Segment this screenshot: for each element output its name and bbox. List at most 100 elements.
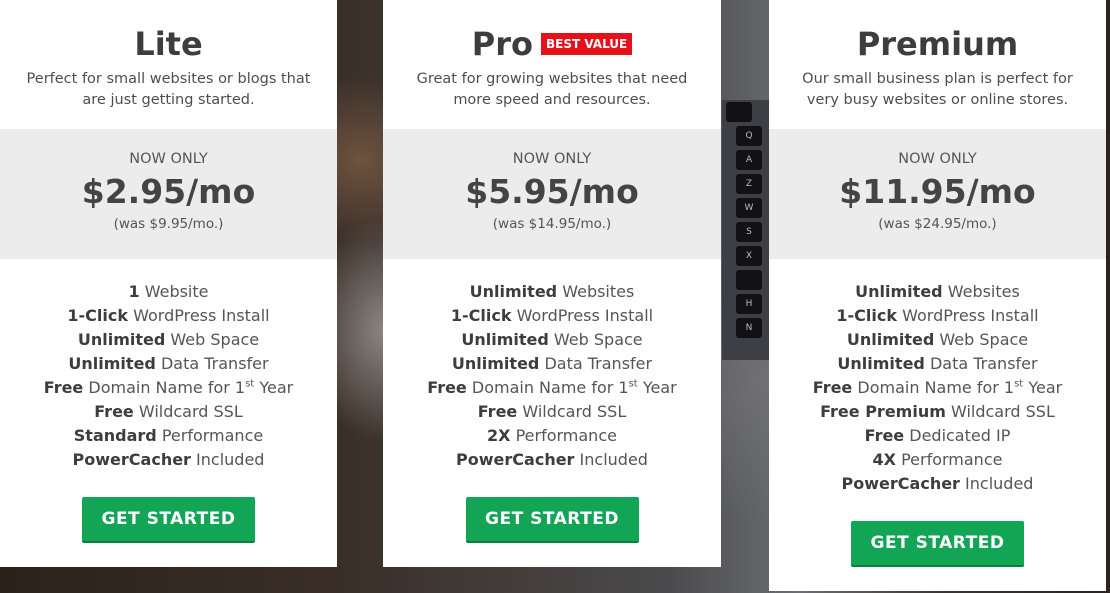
now-only-label: NOW ONLY: [129, 151, 208, 167]
keyboard-key: H: [736, 294, 762, 314]
plan-card-premium: Premium Our small business plan is perfe…: [769, 0, 1106, 591]
feature-item: Unlimited Data Transfer: [383, 352, 721, 376]
feature-item: 2X Performance: [383, 424, 721, 448]
feature-highlight: Free: [477, 402, 518, 421]
original-price: (was $14.95/mo.): [492, 216, 612, 232]
feature-text: Web Space: [165, 330, 260, 349]
feature-text: Wildcard SSL: [517, 402, 627, 421]
price-band: NOW ONLY $11.95/mo (was $24.95/mo.): [769, 129, 1106, 259]
feature-highlight: Standard: [73, 426, 157, 445]
feature-item: Unlimited Websites: [769, 280, 1106, 304]
feature-text: Data Transfer: [924, 354, 1038, 373]
feature-text: WordPress Install: [897, 306, 1039, 325]
feature-text: Web Space: [548, 330, 643, 349]
feature-text: Included: [190, 450, 265, 469]
feature-highlight: Free: [864, 426, 905, 445]
plan-price: $5.95/mo: [465, 172, 639, 211]
keyboard-key: S: [736, 222, 762, 242]
feature-highlight: 1-Click: [836, 306, 898, 325]
feature-highlight: 2X: [487, 426, 511, 445]
ordinal-suffix: st: [245, 378, 255, 390]
feature-item: 1-Click WordPress Install: [383, 304, 721, 328]
feature-text: Website: [139, 282, 209, 301]
original-price: (was $24.95/mo.): [878, 216, 997, 232]
feature-highlight: PowerCacher: [841, 474, 960, 493]
keyboard-key: W: [736, 198, 762, 218]
plan-price: $11.95/mo: [839, 172, 1036, 211]
feature-item: Standard Performance: [0, 424, 337, 448]
feature-list: Unlimited Websites 1-Click WordPress Inst…: [769, 259, 1106, 496]
keyboard-key: Z: [736, 174, 762, 194]
feature-text: Performance: [895, 450, 1003, 469]
feature-text: Domain Name for 1: [83, 378, 246, 397]
feature-text: Performance: [156, 426, 264, 445]
get-started-button-lite[interactable]: GET STARTED: [82, 497, 255, 543]
feature-text: Domain Name for 1: [852, 378, 1015, 397]
price-band: NOW ONLY $5.95/mo (was $14.95/mo.): [383, 129, 721, 259]
plan-card-pro: Pro BEST VALUE Great for growing websites…: [383, 0, 721, 567]
feature-item: Free Domain Name for 1st Year: [0, 376, 337, 400]
plan-description: Our small business plan is perfect for v…: [802, 71, 1073, 108]
feature-list: Unlimited Websites 1-Click WordPress Inst…: [383, 259, 721, 472]
feature-text: WordPress Install: [128, 306, 270, 325]
feature-item: Unlimited Data Transfer: [0, 352, 337, 376]
feature-text: Included: [959, 474, 1034, 493]
feature-text: Included: [574, 450, 648, 469]
feature-highlight: Unlimited: [846, 330, 935, 349]
feature-highlight: 4X: [872, 450, 896, 469]
feature-text: Data Transfer: [539, 354, 653, 373]
get-started-button-pro[interactable]: GET STARTED: [465, 497, 639, 543]
feature-highlight: Unlimited: [68, 354, 156, 373]
feature-highlight: PowerCacher: [456, 450, 575, 469]
feature-item: 4X Performance: [769, 448, 1106, 472]
feature-item: Free Wildcard SSL: [0, 400, 337, 424]
feature-highlight: Free: [812, 378, 853, 397]
feature-item: PowerCacher Included: [769, 472, 1106, 496]
feature-highlight: Free: [43, 378, 84, 397]
keyboard-key: A: [736, 150, 762, 170]
plan-description: Perfect for small websites or blogs that…: [26, 71, 311, 108]
plan-header: Premium Our small business plan is perfe…: [769, 0, 1106, 129]
keyboard-key: X: [736, 246, 762, 266]
feature-text: WordPress Install: [511, 306, 654, 325]
price-band: NOW ONLY $2.95/mo (was $9.95/mo.): [0, 129, 337, 259]
feature-item: Free Premium Wildcard SSL: [769, 400, 1106, 424]
plan-header: Pro BEST VALUE Great for growing websites…: [383, 0, 721, 129]
feature-item: 1-Click WordPress Install: [769, 304, 1106, 328]
feature-text-tail: Year: [637, 378, 677, 397]
feature-item: 1 Website: [0, 280, 337, 304]
feature-text: Domain Name for 1: [466, 378, 629, 397]
plan-price: $2.95/mo: [81, 172, 256, 211]
feature-item: Free Dedicated IP: [769, 424, 1106, 448]
feature-highlight: 1: [128, 282, 140, 301]
feature-text: Performance: [510, 426, 617, 445]
plan-header: Lite Perfect for small websites or blogs…: [0, 0, 337, 129]
feature-highlight: Free: [94, 402, 134, 421]
feature-text: Wildcard SSL: [945, 402, 1055, 421]
original-price: (was $9.95/mo.): [113, 216, 224, 232]
keyboard-key: N: [736, 318, 762, 338]
ordinal-suffix: st: [1014, 378, 1024, 390]
feature-highlight: 1-Click: [450, 306, 512, 325]
plan-name: Lite: [134, 25, 203, 63]
feature-item: Free Domain Name for 1st Year: [769, 376, 1106, 400]
feature-highlight: Unlimited: [461, 330, 549, 349]
plan-description: Great for growing websites that need mor…: [416, 71, 688, 108]
feature-item: Unlimited Web Space: [769, 328, 1106, 352]
feature-item: Free Domain Name for 1st Year: [383, 376, 721, 400]
best-value-badge: BEST VALUE: [540, 33, 633, 55]
feature-text: Data Transfer: [155, 354, 269, 373]
feature-text-tail: Year: [1023, 378, 1063, 397]
feature-text: Websites: [942, 282, 1020, 301]
get-started-button-premium[interactable]: GET STARTED: [851, 521, 1024, 567]
feature-highlight: Unlimited: [837, 354, 925, 373]
feature-item: Unlimited Web Space: [383, 328, 721, 352]
feature-text: Dedicated IP: [904, 426, 1011, 445]
ordinal-suffix: st: [628, 378, 638, 390]
feature-item: PowerCacher Included: [383, 448, 721, 472]
feature-highlight: Free: [427, 378, 467, 397]
feature-text-tail: Year: [254, 378, 294, 397]
plan-name: Pro BEST VALUE: [383, 0, 721, 63]
plan-card-lite: Lite Perfect for small websites or blogs…: [0, 0, 337, 567]
keyboard-key: [726, 102, 752, 122]
